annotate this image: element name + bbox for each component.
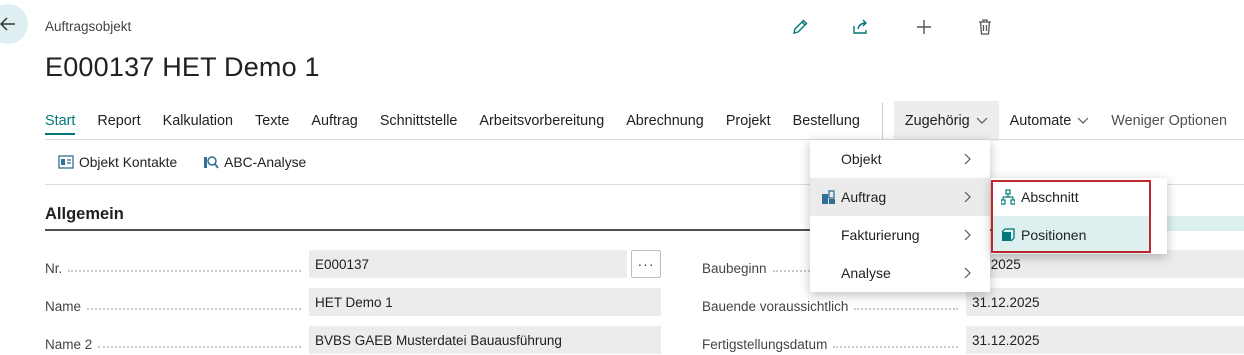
share-icon [853, 19, 867, 34]
delete-button[interactable] [974, 16, 996, 38]
contacts-icon [58, 155, 74, 169]
action-tabs: Start Report Kalkulation Texte Auftrag S… [45, 101, 1238, 141]
tab-bestellung[interactable]: Bestellung [782, 105, 871, 139]
tab-auftrag[interactable]: Auftrag [300, 105, 368, 139]
tab-zugehoerig-label: Zugehörig [904, 113, 970, 129]
chevron-right-icon [964, 229, 971, 241]
hierarchy-icon [1001, 189, 1015, 205]
bauende-field[interactable]: 31.12.2025 [966, 288, 1244, 316]
submenu-item-positionen[interactable]: Positionen [991, 216, 1151, 254]
fertigstellung-label: Fertigstellungsdatum [702, 326, 964, 352]
submenu-item-abschnitt[interactable]: Abschnitt [991, 178, 1151, 216]
action-bar: Objekt Kontakte ABC-Analyse [45, 150, 319, 174]
menu-item-label: Objekt [841, 151, 882, 167]
menu-item-objekt[interactable]: Objekt [810, 140, 990, 178]
chevron-down-icon [1077, 113, 1089, 129]
trash-icon [979, 19, 991, 35]
menu-item-label: Fakturierung [841, 227, 920, 243]
nr-label-text: Nr. [45, 261, 63, 276]
new-button[interactable] [913, 16, 935, 38]
fertigstellung-label-text: Fertigstellungsdatum [702, 337, 828, 352]
tab-separator [881, 103, 883, 139]
tab-start[interactable]: Start [34, 105, 86, 139]
menu-item-label: Auftrag [841, 189, 887, 205]
tab-abrechnung[interactable]: Abrechnung [615, 105, 715, 139]
name2-label: Name 2 [45, 326, 307, 352]
chevron-right-icon [964, 267, 971, 279]
order-icon [822, 190, 835, 204]
nr-lookup-button[interactable]: ··· [631, 250, 661, 278]
fertigstellung-field[interactable]: 31.12.2025 [966, 326, 1244, 354]
menu-item-auftrag[interactable]: Auftrag [810, 178, 990, 216]
plus-icon [917, 20, 931, 34]
objekt-kontakte-button[interactable]: Objekt Kontakte [45, 150, 190, 174]
tab-automate[interactable]: Automate [999, 105, 1101, 139]
baubeginn-field[interactable]: 01.2025 [966, 250, 1244, 278]
name-field[interactable]: HET Demo 1 [309, 288, 661, 316]
tab-zugehoerig[interactable]: Zugehörig [893, 101, 999, 141]
tab-kalkulation[interactable]: Kalkulation [152, 105, 244, 139]
bauende-label-text: Bauende voraussichtlich [702, 299, 849, 314]
page-caption: Auftragsobjekt [45, 19, 132, 34]
baubeginn-label-text: Baubeginn [702, 261, 767, 276]
tab-schnittstelle[interactable]: Schnittstelle [369, 105, 469, 139]
edit-button[interactable] [789, 16, 811, 38]
page-title: E000137 HET Demo 1 [45, 52, 320, 82]
tab-texte[interactable]: Texte [244, 105, 300, 139]
menu-item-analyse[interactable]: Analyse [810, 254, 990, 292]
tabs-divider [45, 139, 1244, 140]
tab-arbeitsvorbereitung[interactable]: Arbeitsvorbereitung [468, 105, 615, 139]
abc-analyse-label: ABC-Analyse [224, 154, 307, 170]
name2-label-text: Name 2 [45, 337, 93, 352]
analysis-icon [204, 156, 219, 169]
section-title: Allgemein [45, 205, 124, 223]
edit-icon [793, 19, 808, 34]
name-label-text: Name [45, 299, 82, 314]
tab-automate-label: Automate [1009, 113, 1072, 129]
arrow-left-icon [0, 17, 15, 31]
tab-projekt[interactable]: Projekt [715, 105, 782, 139]
chevron-right-icon [964, 191, 971, 203]
back-button[interactable] [0, 4, 28, 44]
objekt-kontakte-label: Objekt Kontakte [79, 154, 178, 170]
menu-item-label: Analyse [841, 265, 891, 281]
abc-analyse-button[interactable]: ABC-Analyse [190, 150, 319, 174]
chevron-down-icon [976, 113, 988, 129]
fewer-options-button[interactable]: Weniger Optionen [1100, 105, 1238, 139]
chevron-right-icon [964, 153, 971, 165]
submenu-item-label: Positionen [1021, 227, 1087, 243]
auftrag-submenu: Abschnitt Positionen [991, 178, 1167, 254]
name2-field[interactable]: BVBS GAEB Musterdatei Bauausführung [309, 326, 661, 354]
tab-report[interactable]: Report [86, 105, 151, 139]
cube-icon [1001, 228, 1015, 242]
nr-label: Nr. [45, 250, 307, 276]
submenu-item-label: Abschnitt [1021, 189, 1079, 205]
zugehoerig-menu: Objekt Auftrag Fakturierung Analyse [810, 140, 990, 292]
menu-item-fakturierung[interactable]: Fakturierung [810, 216, 990, 254]
nr-field[interactable]: E000137 [309, 250, 627, 278]
share-button[interactable] [850, 16, 872, 38]
name-label: Name [45, 288, 307, 314]
